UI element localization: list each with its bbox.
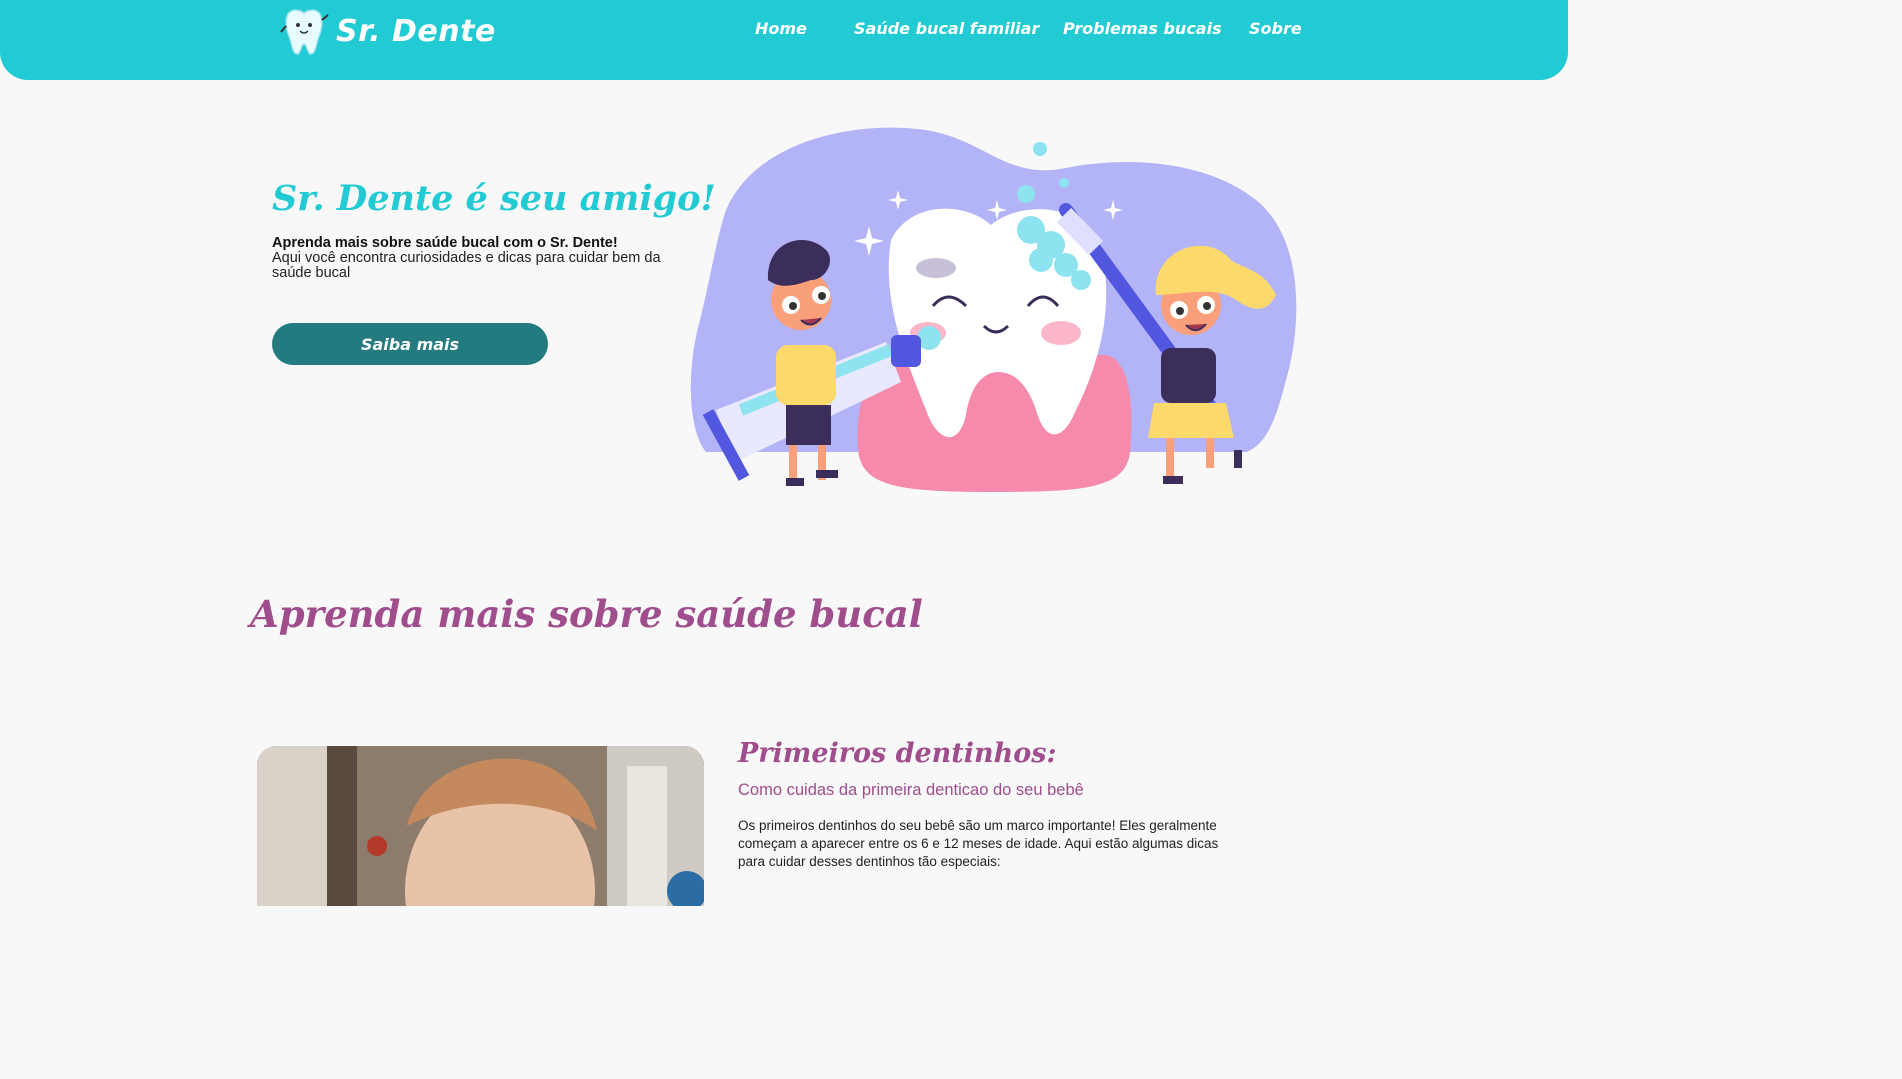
nav-problemas-bucais[interactable]: Problemas bucais — [1063, 19, 1222, 38]
brand-logo[interactable]: Sr. Dente — [278, 6, 496, 56]
nav-home[interactable]: Home — [755, 19, 807, 38]
top-navbar: Sr. Dente Home Saúde bucal familiar Prob… — [0, 0, 1568, 80]
hero-illustration — [690, 127, 1297, 492]
hero-strong-text: Aprenda mais sobre saúde bucal com o Sr.… — [272, 235, 618, 251]
tooth-mascot-icon — [280, 9, 329, 55]
nav-sobre[interactable]: Sobre — [1249, 19, 1302, 38]
hero-description: Aqui você encontra curiosidades e dicas … — [272, 250, 661, 281]
card-text: Os primeiros dentinhos do seu bebê são u… — [738, 818, 1219, 869]
hero-title: Sr. Dente é seu amigo! — [272, 178, 716, 219]
brand-name: Sr. Dente — [336, 13, 496, 49]
card-subtitle: Como cuidas da primeira denticao do seu … — [738, 781, 1084, 799]
saiba-mais-button[interactable]: Saiba mais — [272, 323, 548, 365]
baby-photo — [257, 746, 704, 906]
card-title: Primeiros dentinhos: — [738, 738, 1057, 769]
nav-saude-bucal-familiar[interactable]: Saúde bucal familiar — [854, 19, 1039, 38]
section-title: Aprenda mais sobre saúde bucal — [250, 592, 923, 636]
